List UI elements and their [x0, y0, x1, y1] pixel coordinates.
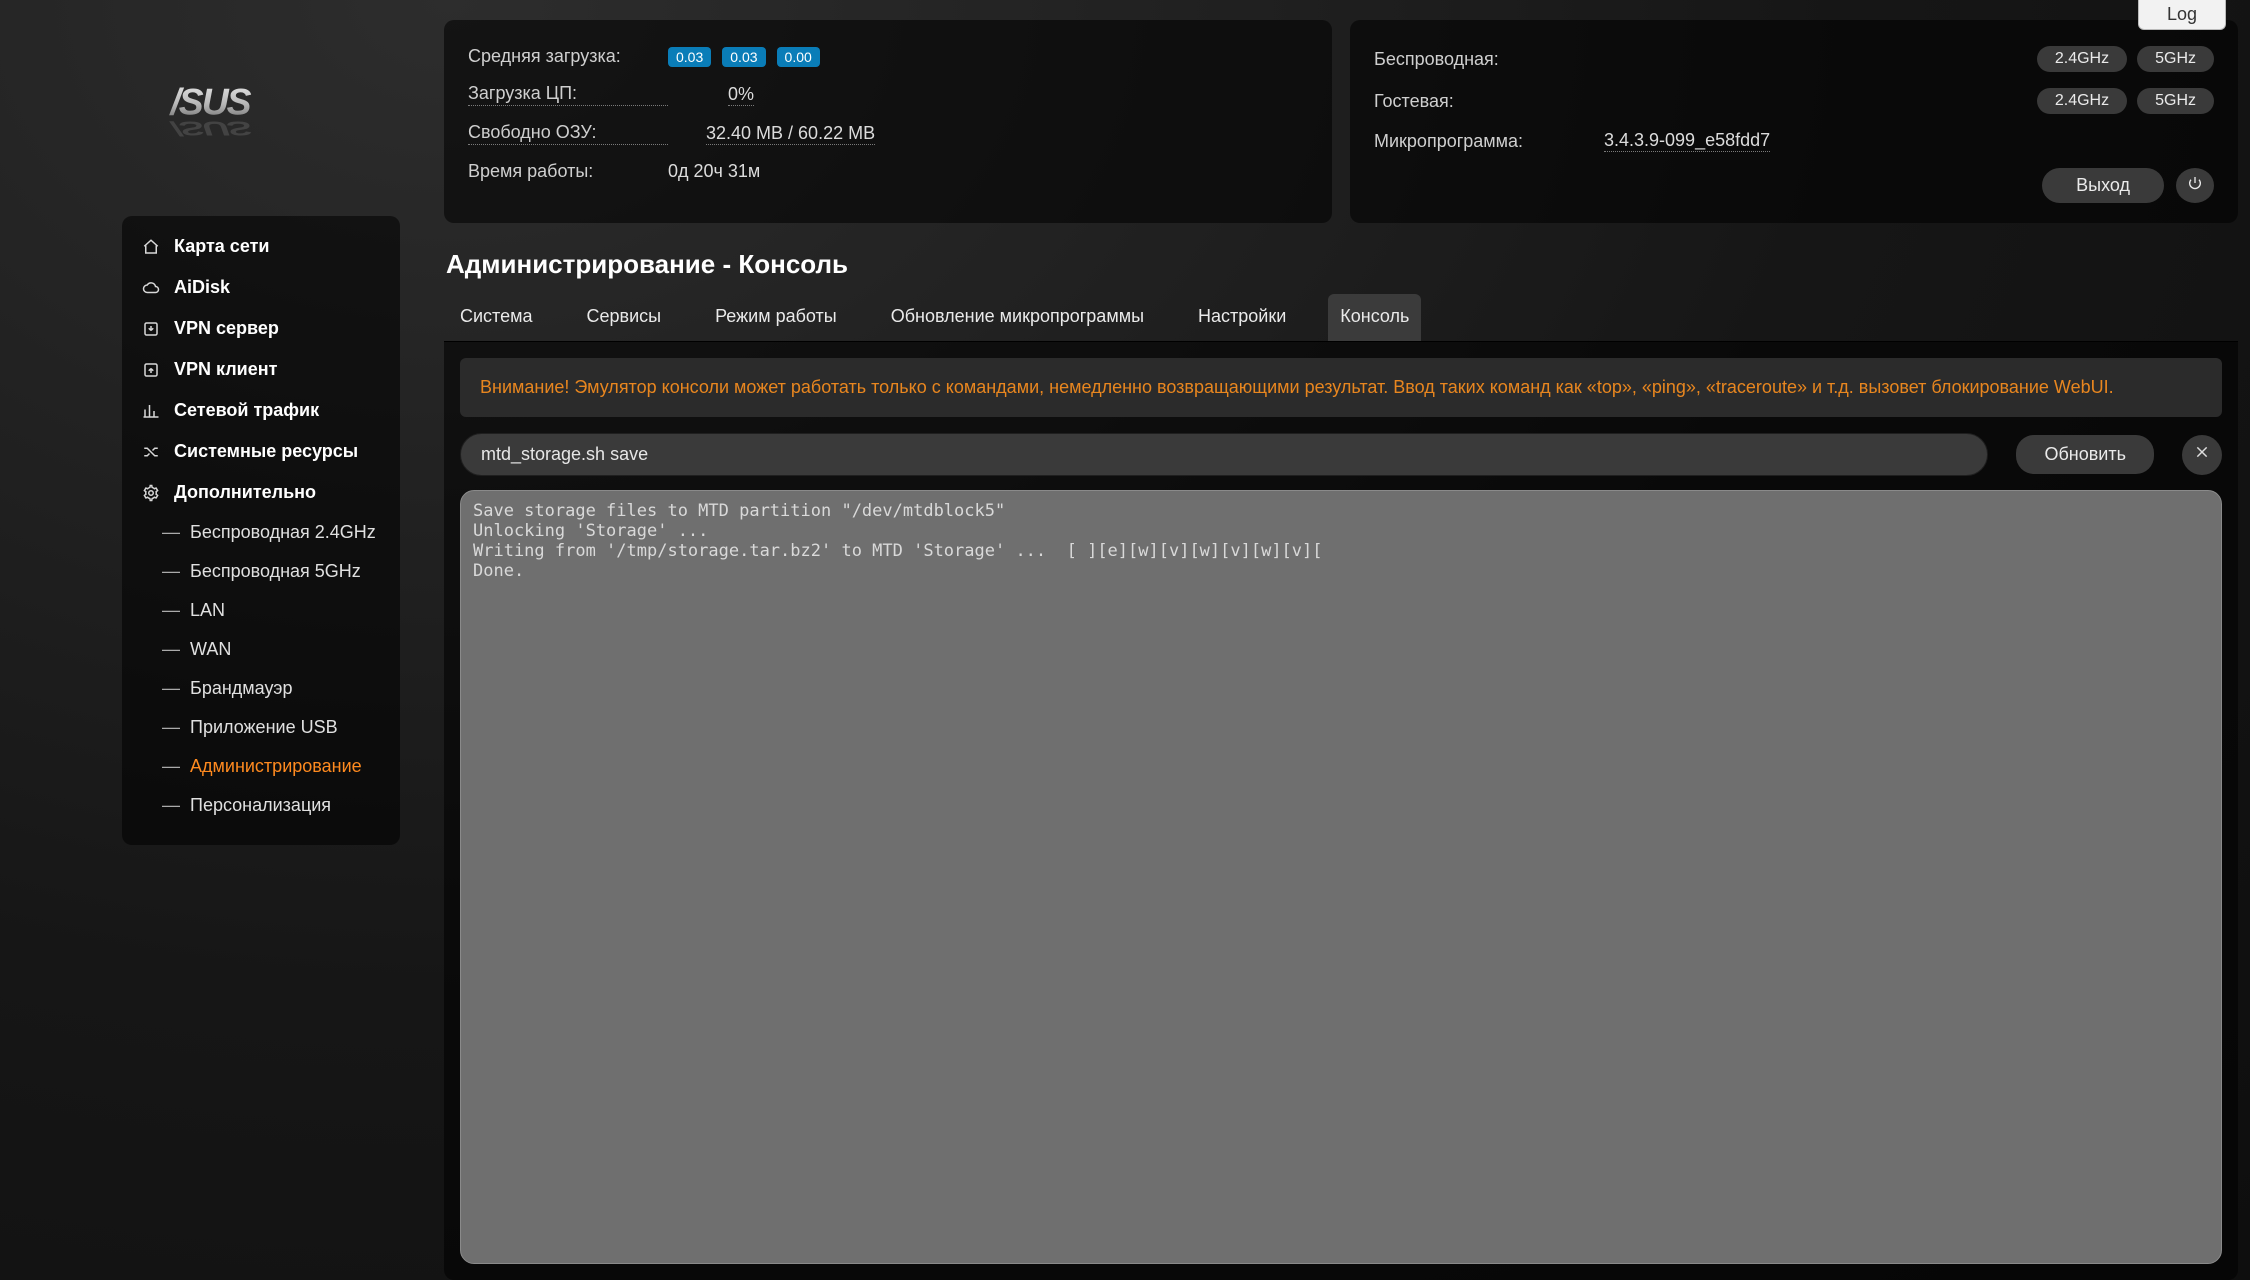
asus-logo: /SUS /SUS	[100, 56, 320, 176]
sub-nav-item[interactable]: — Беспроводная 2.4GHz	[122, 513, 400, 552]
dash-icon: —	[162, 678, 178, 699]
admin-tab[interactable]: Консоль	[1328, 294, 1421, 341]
avg-load-2: 0.03	[722, 47, 765, 67]
guest-24-button[interactable]: 2.4GHz	[2037, 88, 2127, 114]
sub-nav-item[interactable]: — Приложение USB	[122, 708, 400, 747]
network-panel: Беспроводная: 2.4GHz 5GHz Гостевая: 2.4G…	[1350, 20, 2238, 223]
dash-icon: —	[162, 717, 178, 738]
nav-label: Системные ресурсы	[174, 441, 358, 462]
page-title: Администрирование - Консоль	[446, 249, 2236, 280]
sub-nav-label: Администрирование	[190, 756, 362, 777]
sub-nav-label: Беспроводная 5GHz	[190, 561, 361, 582]
firmware-label: Микропрограмма:	[1374, 131, 1604, 152]
nav-vpn-client[interactable]: VPN клиент	[122, 349, 400, 390]
shuffle-icon	[140, 443, 162, 461]
svg-text:/SUS: /SUS	[168, 117, 251, 139]
nav-label: Сетевой трафик	[174, 400, 319, 421]
client-upload-icon	[140, 361, 162, 379]
logout-button[interactable]: Выход	[2042, 168, 2164, 203]
sub-nav-label: Персонализация	[190, 795, 331, 816]
firmware-version-link[interactable]: 3.4.3.9-099_e58fdd7	[1604, 130, 1770, 152]
stats-panel: Средняя загрузка: 0.03 0.03 0.00 Загрузк…	[444, 20, 1332, 223]
power-button[interactable]	[2176, 168, 2214, 203]
gear-icon	[140, 484, 162, 502]
server-download-icon	[140, 320, 162, 338]
admin-tab[interactable]: Обновление микропрограммы	[879, 294, 1156, 341]
ram-label: Свободно ОЗУ:	[468, 122, 668, 145]
refresh-button[interactable]: Обновить	[2016, 435, 2154, 474]
home-icon	[140, 238, 162, 256]
guest-label: Гостевая:	[1374, 91, 1604, 112]
nav-sys-resources[interactable]: Системные ресурсы	[122, 431, 400, 472]
avg-load-1: 0.03	[668, 47, 711, 67]
sub-nav-item[interactable]: — Беспроводная 5GHz	[122, 552, 400, 591]
right-column: Средняя загрузка: 0.03 0.03 0.00 Загрузк…	[444, 0, 2238, 1280]
dash-icon: —	[162, 795, 178, 816]
wireless-5-button[interactable]: 5GHz	[2137, 46, 2214, 72]
sub-nav-label: Приложение USB	[190, 717, 338, 738]
svg-text:/SUS: /SUS	[168, 81, 251, 123]
wireless-24-button[interactable]: 2.4GHz	[2037, 46, 2127, 72]
sub-nav-item[interactable]: — Персонализация	[122, 786, 400, 825]
nav-label: AiDisk	[174, 277, 230, 298]
sub-nav: — Беспроводная 2.4GHz — Беспроводная 5GHz — L…	[122, 513, 400, 825]
tab-bar: Система Сервисы Режим работы Обновление мик…	[444, 288, 2238, 342]
ram-value[interactable]: 32.40 MB / 60.22 MB	[706, 123, 875, 145]
log-tab-button[interactable]: Log	[2138, 0, 2226, 30]
guest-5-button[interactable]: 5GHz	[2137, 88, 2214, 114]
sidebar-nav: Карта сети AiDisk VPN сервер VPN клиент	[122, 216, 400, 845]
dash-icon: —	[162, 522, 178, 543]
nav-vpn-server[interactable]: VPN сервер	[122, 308, 400, 349]
admin-tab[interactable]: Система	[448, 294, 545, 341]
cpu-label: Загрузка ЦП:	[468, 83, 668, 106]
console-warning: Внимание! Эмулятор консоли может работат…	[460, 358, 2222, 417]
dash-icon: —	[162, 756, 178, 777]
sub-nav-item[interactable]: — Администрирование	[122, 747, 400, 786]
clear-button[interactable]	[2182, 435, 2222, 475]
console-panel: Внимание! Эмулятор консоли может работат…	[444, 342, 2238, 1280]
avg-load-label: Средняя загрузка:	[468, 46, 668, 67]
cpu-value[interactable]: 0%	[728, 84, 754, 106]
uptime-label: Время работы:	[468, 161, 668, 182]
terminal-output: Save storage files to MTD partition "/de…	[460, 490, 2222, 1264]
sub-nav-label: WAN	[190, 639, 231, 660]
nav-aidisk[interactable]: AiDisk	[122, 267, 400, 308]
nav-label: VPN сервер	[174, 318, 279, 339]
dash-icon: —	[162, 561, 178, 582]
admin-tab[interactable]: Сервисы	[575, 294, 674, 341]
admin-tab[interactable]: Настройки	[1186, 294, 1298, 341]
left-column: /SUS /SUS Карта сети AiDisk	[0, 0, 420, 1280]
nav-label: Карта сети	[174, 236, 269, 257]
dash-icon: —	[162, 600, 178, 621]
sub-nav-item[interactable]: — Брандмауэр	[122, 669, 400, 708]
wireless-label: Беспроводная:	[1374, 49, 1604, 70]
close-icon	[2194, 444, 2210, 465]
sub-nav-label: Беспроводная 2.4GHz	[190, 522, 376, 543]
cloud-icon	[140, 279, 162, 297]
nav-label: Дополнительно	[174, 482, 316, 503]
uptime-value: 0д 20ч 31м	[668, 161, 760, 182]
dash-icon: —	[162, 639, 178, 660]
command-input[interactable]	[460, 433, 1988, 476]
sub-nav-label: LAN	[190, 600, 225, 621]
avg-load-3: 0.00	[777, 47, 820, 67]
sub-nav-item[interactable]: — WAN	[122, 630, 400, 669]
nav-traffic[interactable]: Сетевой трафик	[122, 390, 400, 431]
admin-tab[interactable]: Режим работы	[703, 294, 849, 341]
power-icon	[2187, 175, 2203, 196]
page-grid: /SUS /SUS Карта сети AiDisk	[0, 0, 2250, 1280]
bars-icon	[140, 402, 162, 420]
nav-additional[interactable]: Дополнительно	[122, 472, 400, 513]
nav-network-map[interactable]: Карта сети	[122, 226, 400, 267]
top-panels: Средняя загрузка: 0.03 0.03 0.00 Загрузк…	[444, 20, 2238, 223]
sub-nav-item[interactable]: — LAN	[122, 591, 400, 630]
nav-label: VPN клиент	[174, 359, 277, 380]
sub-nav-label: Брандмауэр	[190, 678, 292, 699]
